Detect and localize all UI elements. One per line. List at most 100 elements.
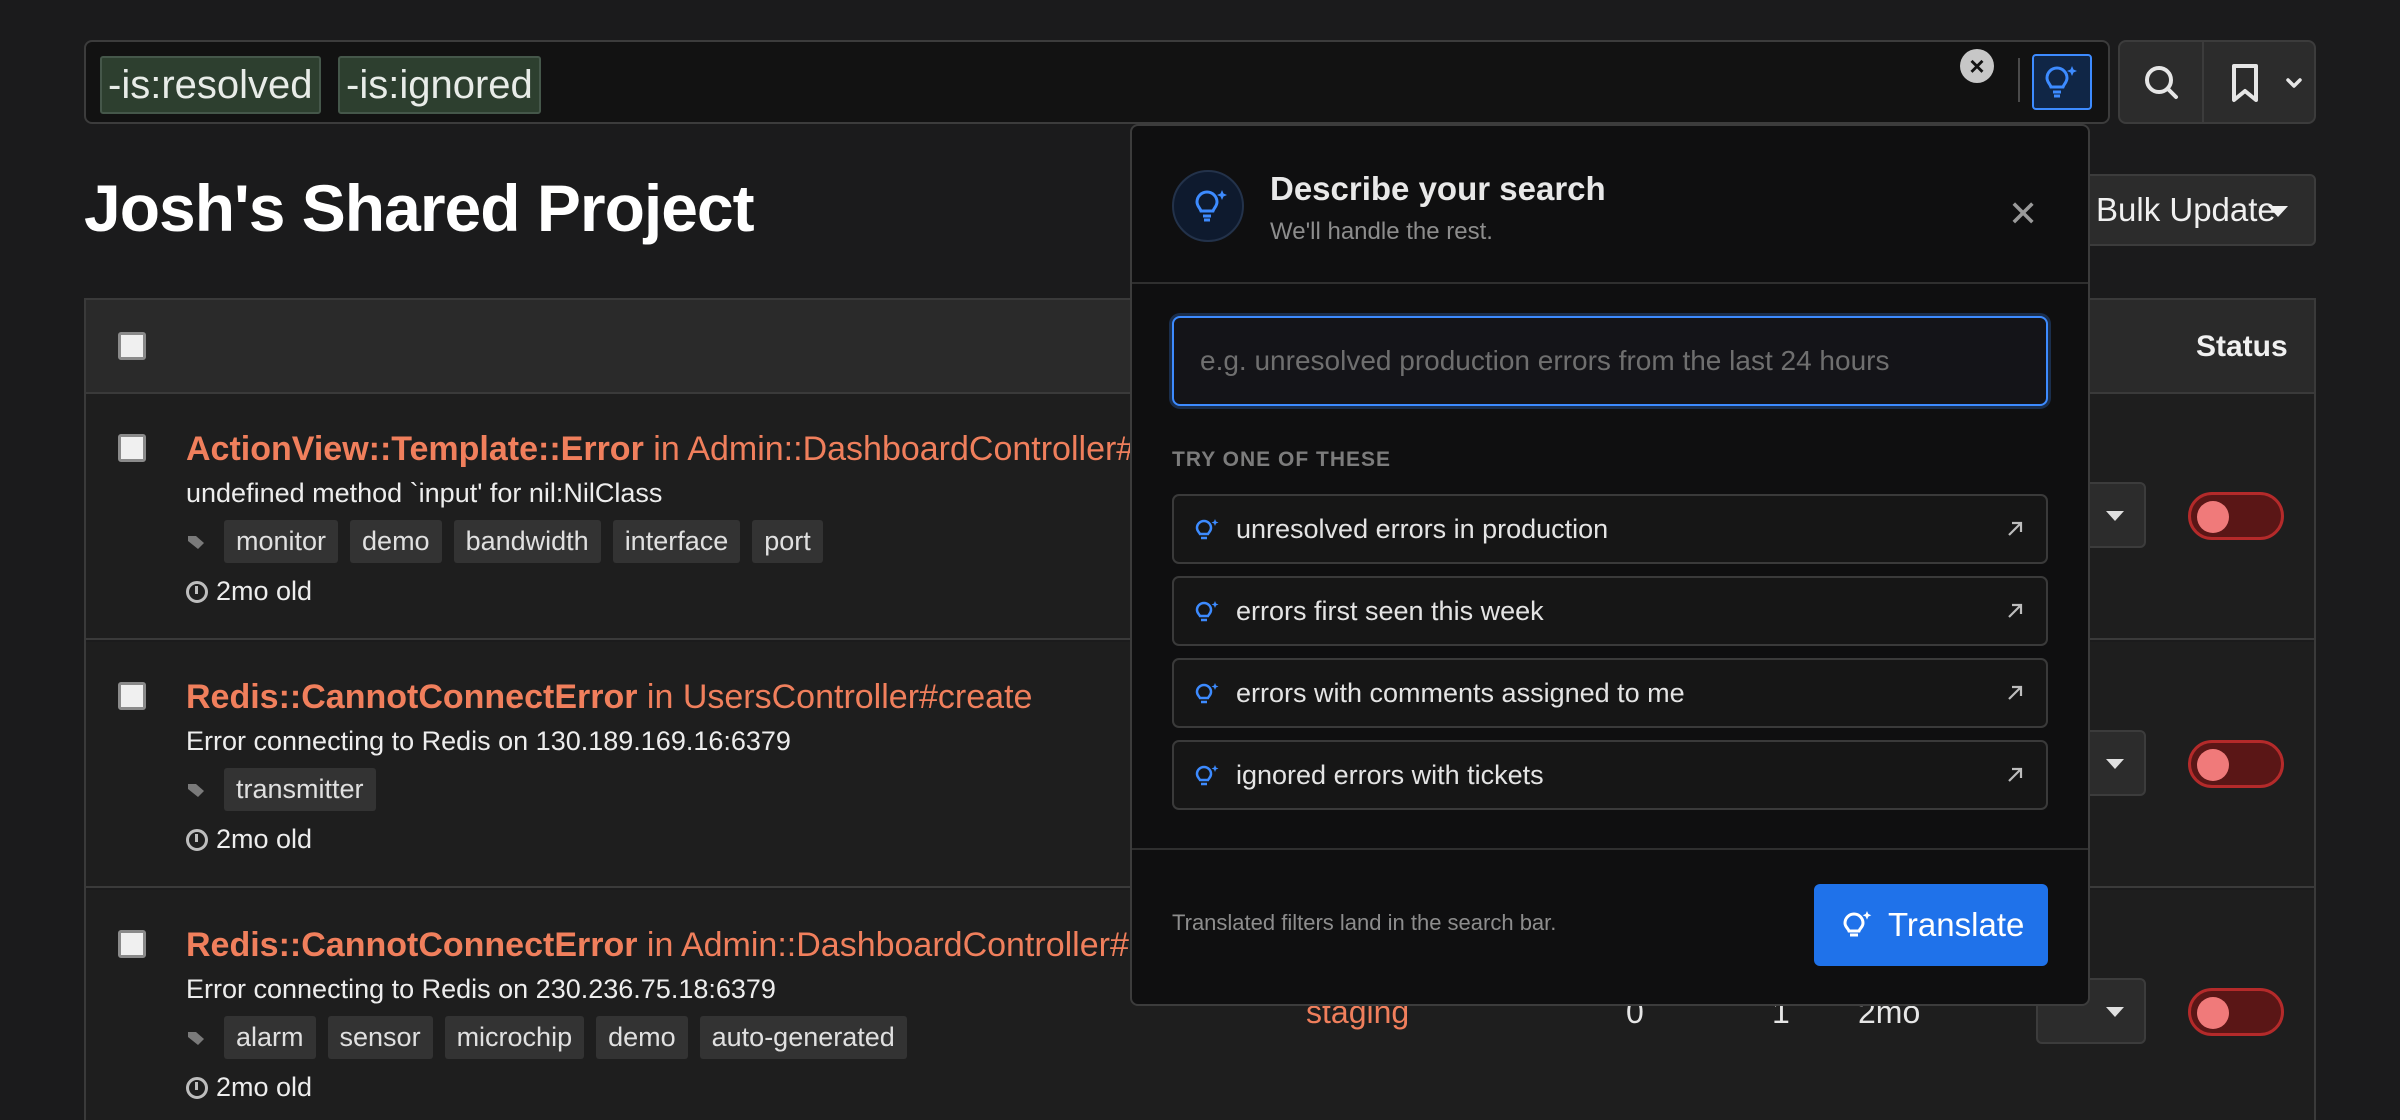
describe-search-input[interactable]	[1172, 316, 2048, 406]
bulk-update-button[interactable]: Bulk Update	[2060, 174, 2316, 246]
row-checkbox[interactable]	[118, 682, 146, 710]
status-toggle[interactable]	[2188, 988, 2284, 1036]
row-checkbox[interactable]	[118, 930, 146, 958]
clock-icon	[186, 1076, 208, 1099]
toggle-knob	[2197, 501, 2229, 533]
row-checkbox[interactable]	[118, 434, 146, 462]
toggle-knob	[2197, 749, 2229, 781]
tag[interactable]: port	[752, 520, 823, 563]
error-location: Admin::DashboardController#inc	[687, 430, 1179, 468]
tag-list: monitor demo bandwidth interface port	[186, 520, 823, 563]
suggestion-item[interactable]: errors first seen this week	[1172, 576, 2048, 646]
error-message: Error connecting to Redis on 130.189.169…	[186, 726, 791, 756]
error-location: UsersController#create	[682, 678, 1033, 716]
arrow-up-right-icon	[2008, 521, 2023, 536]
popover-note: Translated filters land in the search ba…	[1172, 910, 1557, 935]
tag-list: transmitter	[186, 768, 376, 811]
error-message: undefined method `input' for nil:NilClas…	[186, 478, 663, 508]
tag[interactable]: sensor	[327, 1016, 433, 1059]
chevron-down-icon	[2286, 78, 2302, 88]
error-title[interactable]: Redis::CannotConnectError in Admin::Dash…	[186, 926, 1184, 965]
search-icon	[2145, 66, 2178, 99]
tag[interactable]: alarm	[224, 1016, 316, 1059]
status-toggle[interactable]	[2188, 492, 2284, 540]
suggestion-text: unresolved errors in production	[1236, 514, 1609, 544]
suggestion-item[interactable]: ignored errors with tickets	[1172, 740, 2048, 810]
suggestions-label: TRY ONE OF THESE	[1172, 448, 1392, 471]
tags-icon	[188, 535, 204, 549]
error-class: Redis::CannotConnectError	[186, 926, 638, 964]
error-age: 2mo old	[186, 824, 312, 855]
suggestion-text: ignored errors with tickets	[1236, 760, 1544, 790]
header-status: Status	[2196, 330, 2288, 363]
suggestion-item[interactable]: unresolved errors in production	[1172, 494, 2048, 564]
tag[interactable]: transmitter	[224, 768, 376, 811]
tag[interactable]: bandwidth	[453, 520, 601, 563]
close-icon[interactable]: ✕	[2008, 196, 2038, 232]
suggestion-text: errors first seen this week	[1236, 596, 1544, 626]
tag[interactable]: monitor	[224, 520, 339, 563]
tag-list: alarm sensor microchip demo auto-generat…	[186, 1016, 907, 1059]
translate-label: Translate	[1888, 906, 2025, 943]
bulb-sparkle-icon	[1195, 765, 1219, 786]
clock-icon	[186, 580, 208, 603]
caret-down-icon	[2106, 511, 2124, 521]
page-title: Josh's Shared Project	[84, 171, 755, 245]
bulb-sparkle-icon	[2045, 66, 2077, 98]
age-text: 2mo old	[216, 576, 313, 606]
error-class: Redis::CannotConnectError	[186, 678, 638, 716]
bulb-sparkle-icon	[1195, 190, 1227, 222]
search-bar[interactable]: -is:resolved -is:ignored	[84, 40, 2110, 124]
bulb-sparkle-icon	[1195, 683, 1219, 704]
caret-down-icon	[2268, 206, 2288, 217]
in-word: in	[646, 926, 674, 964]
arrow-up-right-icon	[2008, 603, 2023, 618]
popover-bulb-icon	[1172, 170, 1244, 242]
bulb-sparkle-icon	[1843, 911, 1872, 937]
error-title[interactable]: ActionView::Template::Error in Admin::Da…	[186, 430, 1179, 469]
filter-chip-resolved[interactable]: -is:resolved	[100, 56, 321, 114]
search-button[interactable]	[2118, 40, 2204, 124]
in-word: in	[646, 678, 674, 716]
error-title[interactable]: Redis::CannotConnectError in UsersContro…	[186, 678, 1032, 717]
in-word: in	[653, 430, 680, 468]
error-age: 2mo old	[186, 1072, 312, 1103]
filter-chip-ignored[interactable]: -is:ignored	[338, 56, 541, 114]
tag[interactable]: auto-generated	[699, 1016, 907, 1059]
error-location: Admin::DashboardController#sea	[680, 926, 1184, 964]
select-all-checkbox[interactable]	[118, 332, 146, 360]
bookmark-icon	[2232, 64, 2302, 102]
bulk-update-label: Bulk Update	[2096, 191, 2276, 228]
tags-icon	[188, 783, 204, 797]
translate-button[interactable]: Translate	[1814, 884, 2048, 966]
tag[interactable]: demo	[350, 520, 442, 563]
error-age: 2mo old	[186, 576, 312, 607]
caret-down-icon	[2106, 1007, 2124, 1017]
app-root: -is:resolved -is:ignored × Josh's Shared…	[0, 0, 2400, 1120]
age-text: 2mo old	[216, 824, 313, 854]
arrow-up-right-icon	[2008, 685, 2023, 700]
status-toggle[interactable]	[2188, 740, 2284, 788]
age-text: 2mo old	[216, 1072, 313, 1102]
toggle-knob	[2197, 997, 2229, 1029]
clock-icon	[186, 828, 208, 851]
tag[interactable]: demo	[596, 1016, 688, 1059]
bulb-sparkle-icon	[1195, 601, 1219, 622]
bulb-sparkle-icon	[1195, 519, 1219, 540]
popover-divider	[1132, 848, 2088, 850]
ai-search-button[interactable]	[2032, 54, 2092, 110]
search-divider	[2018, 58, 2020, 102]
arrow-up-right-icon	[2008, 767, 2023, 782]
tag[interactable]: microchip	[444, 1016, 585, 1059]
suggestion-text: errors with comments assigned to me	[1236, 678, 1685, 708]
clear-search-icon[interactable]: ×	[1960, 49, 1994, 83]
popover-header: Describe your search We'll handle the re…	[1132, 126, 2088, 284]
suggestion-item[interactable]: errors with comments assigned to me	[1172, 658, 2048, 728]
tag[interactable]: interface	[612, 520, 741, 563]
tags-icon	[188, 1031, 204, 1045]
error-message: Error connecting to Redis on 230.236.75.…	[186, 974, 776, 1004]
popover-title: Describe your search	[1270, 170, 1606, 207]
saved-searches-button[interactable]	[2202, 40, 2316, 124]
popover-subtitle: We'll handle the rest.	[1270, 218, 1493, 245]
error-class: ActionView::Template::Error	[186, 430, 644, 468]
